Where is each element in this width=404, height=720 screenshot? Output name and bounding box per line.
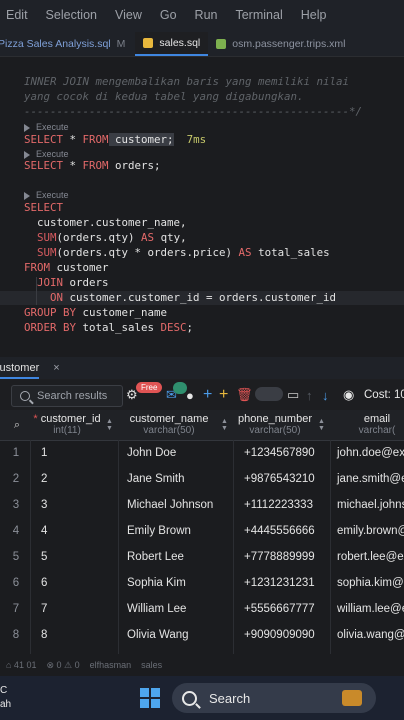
free-badge: Free [136,382,163,393]
menu-help[interactable]: Help [292,8,336,22]
add-row-icon[interactable]: + [219,386,228,403]
table-row[interactable]: 3 3 Michael Johnson +1112223333 michael.john… [0,493,404,519]
execute-codelens[interactable]: Execute [24,188,69,202]
sort-icon[interactable]: ▲ ▼ [221,418,228,432]
results-toolbar: Search results ⚙ Free ✉ ● + + 🗑 ▭ ↑ ↓ ◉ … [0,380,404,410]
windows-start-icon[interactable] [140,688,160,708]
code-line: SELECT * FROM orders; [24,159,161,172]
execute-codelens[interactable]: Execute [24,120,69,134]
eye-icon[interactable]: ◉ [343,387,354,403]
play-icon [24,123,30,132]
column-header-customer-id[interactable]: * customer_id int(11) [30,413,104,437]
status-position[interactable]: ⌂ 41 01 [6,660,36,670]
menu-terminal[interactable]: Terminal [226,8,291,22]
tab-osm-xml[interactable]: osm.passenger.trips.xml [208,32,353,56]
menu-bar: Edit Selection View Go Run Terminal Help [0,0,404,30]
github-icon[interactable]: ● [186,387,194,403]
sort-icon[interactable]: ▲ ▼ [318,418,325,432]
tab-label: osm.passenger.trips.xml [232,38,346,50]
xml-file-icon [216,39,227,49]
code-comment: ----------------------------------------… [24,105,363,118]
menu-view[interactable]: View [106,8,151,22]
table-row[interactable]: 7 7 William Lee +5556667777 william.lee@e [0,597,404,623]
status-bar: ⌂ 41 01 ⊗ 0 ⚠ 0 elfhasman sales [0,654,404,676]
table-row[interactable]: 1 1 John Doe +1234567890 john.doe@ex [0,441,404,467]
results-panel-header: customer × [0,357,404,379]
code-line: SUM(orders.qty) AS qty, [37,231,187,244]
column-header-email[interactable]: email varchar( [332,413,404,437]
close-icon[interactable]: × [53,362,59,374]
windows-taskbar: C ah Search [0,676,404,720]
menu-run[interactable]: Run [186,8,227,22]
tab-label: Pizza Sales Analysis.sql [0,38,111,50]
tab-pizza-sales[interactable]: Pizza Sales Analysis.sql M [0,32,135,56]
comment-icon[interactable]: ▭ [287,387,299,403]
code-line: ON customer.customer_id = orders.custome… [50,291,337,304]
code-line: SUM(orders.qty * orders.price) AS total_… [37,246,330,259]
tab-label: sales.sql [159,37,201,49]
table-row[interactable]: 5 5 Robert Lee +7778889999 robert.lee@ex [0,545,404,571]
code-editor[interactable]: INNER JOIN mengembalikan baris yang memi… [0,57,404,357]
status-problems[interactable]: ⊗ 0 ⚠ 0 [46,660,79,671]
search-icon [20,391,30,401]
table-row[interactable]: 88Olivia Wang+9090909090olivia.wang@e [0,623,404,649]
code-line: SELECT * FROM customer; 7ms [24,133,207,146]
code-line: customer.customer_name, [24,216,187,229]
menu-selection[interactable]: Selection [37,8,106,22]
column-header-phone-number[interactable]: phone_number varchar(50) [234,413,316,437]
modified-indicator: M [116,38,126,50]
taskbar-weather[interactable]: C ah [0,684,11,712]
sort-icon[interactable]: ▲ ▼ [106,418,113,432]
add-icon[interactable]: + [203,386,212,403]
table-row[interactable]: 2 2 Jane Smith +9876543210 jane.smith@e [0,467,404,493]
search-results-input[interactable]: Search results [11,385,123,407]
results-grid[interactable]: ⌕ * customer_id int(11) ▲ ▼ customer_name… [0,410,404,654]
menu-edit[interactable]: Edit [0,8,37,22]
code-line: SELECT [24,201,64,214]
code-line: JOIN orders [37,276,109,289]
execution-time: 7ms [173,133,207,146]
status-user[interactable]: elfhasman [90,660,132,670]
code-line: GROUP BY customer_name [24,306,168,319]
taskbar-search[interactable]: Search [172,683,376,713]
code-line: FROM customer [24,261,109,274]
arrow-down-icon[interactable]: ↓ [322,387,329,403]
table-row[interactable]: 4 4 Emily Brown +4445556666 emily.brown@ [0,519,404,545]
column-header-customer-name[interactable]: customer_name varchar(50) [120,413,218,437]
tab-customer-results[interactable]: customer [0,362,40,379]
search-highlight-icon [342,690,362,706]
play-icon [24,191,30,200]
grid-header: ⌕ * customer_id int(11) ▲ ▼ customer_name… [0,410,404,441]
trash-icon[interactable]: 🗑 [236,387,253,403]
code-line: ORDER BY total_sales DESC; [24,321,194,334]
avatar [173,382,187,394]
play-icon [24,150,30,159]
menu-go[interactable]: Go [151,8,186,22]
taskbar-search-label: Search [209,690,251,706]
database-file-icon [143,38,154,48]
editor-tabs: Pizza Sales Analysis.sql M sales.sql osm… [0,30,404,57]
cost-label: Cost: 10 [364,389,404,401]
search-icon [182,690,197,706]
table-row[interactable]: 6 6 Sophia Kim +1231231231 sophia.kim@e [0,571,404,597]
code-comment: INNER JOIN mengembalikan baris yang memi… [24,75,350,88]
filter-search-icon[interactable]: ⌕ [8,419,26,431]
code-comment: yang cocok di kedua tabel yang digabungk… [24,90,304,103]
tab-sales-sql[interactable]: sales.sql [135,32,209,56]
arrow-up-icon[interactable]: ↑ [306,387,313,403]
toggle-switch[interactable] [255,387,283,401]
search-placeholder: Search results [37,390,108,402]
status-database[interactable]: sales [141,660,162,670]
